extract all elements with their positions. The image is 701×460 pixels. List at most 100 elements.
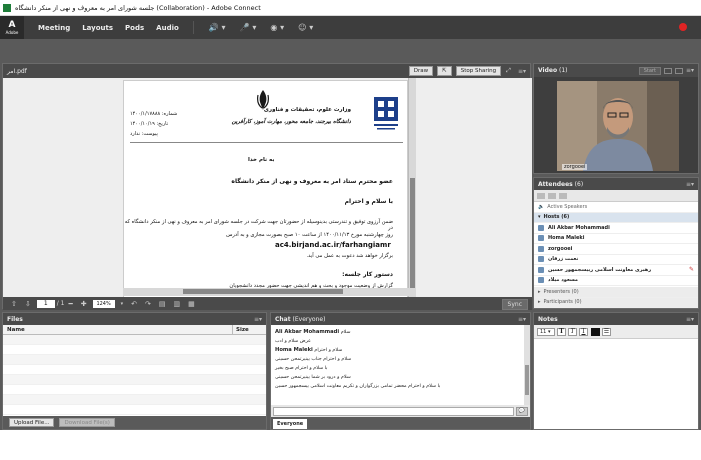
page-total: / 1 xyxy=(56,300,65,307)
previous-page-icon[interactable]: ⇧ xyxy=(11,300,17,308)
zoom-dropdown-icon[interactable]: ▾ xyxy=(121,301,124,307)
notes-title: Notes xyxy=(538,315,558,323)
chat-message-input[interactable] xyxy=(273,406,514,416)
chat-pod: Chat (Everyone) ≡▾ Ali Akbar Mohammadi س… xyxy=(270,312,531,430)
taskbar-area xyxy=(0,430,701,460)
files-table-header: Name Size xyxy=(3,324,266,335)
status-view-icon[interactable] xyxy=(548,192,556,199)
microphone-icon[interactable]: 🎤 ▾ xyxy=(240,23,257,32)
sync-button[interactable]: Sync xyxy=(501,299,528,310)
person-icon xyxy=(538,256,544,263)
start-webcam-button[interactable]: Start xyxy=(638,66,661,75)
draw-button[interactable]: Draw xyxy=(408,66,434,76)
participants-group-row[interactable]: ▸ Participants (0) xyxy=(534,297,698,308)
chat-scrollbar[interactable] xyxy=(524,325,530,405)
send-message-icon[interactable]: 💬 xyxy=(516,406,528,416)
pointer-tool-icon[interactable]: ⇱ xyxy=(437,66,452,76)
chat-message-list: Ali Akbar Mohammadi سلام عرض سلام و ادب … xyxy=(271,325,525,405)
salutation: با سلام و احترام xyxy=(344,198,393,205)
letter-body-line: برگزار خواهد شد دعوت به عمل می آید. xyxy=(306,253,393,259)
files-menu-icon[interactable]: ≡▾ xyxy=(254,316,262,323)
bold-icon[interactable]: T xyxy=(557,327,566,336)
notes-toolbar: 11 ▾ T T T ☰ xyxy=(534,325,698,339)
breakout-view-icon[interactable] xyxy=(559,192,567,199)
speaker-icon: 🔈 xyxy=(538,203,545,210)
name-column-header[interactable]: Name xyxy=(3,324,233,335)
tab-everyone[interactable]: Everyone xyxy=(273,419,308,429)
attendee-row[interactable]: رهبری معاونت اسلامی رییسجمهور حسین ✎ xyxy=(534,265,698,276)
page-number-input[interactable]: 1 xyxy=(36,299,55,308)
menu-meeting[interactable]: Meeting xyxy=(38,24,70,32)
raise-hand-icon[interactable]: ☺ ▾ xyxy=(298,23,313,32)
adobe-logo: A Adobe xyxy=(0,16,24,39)
share-pod: امر.pdf Draw ⇱ Stop Sharing ⤢ ≡▾ وزارت ع… xyxy=(2,63,532,310)
fit-page-icon[interactable]: ▥ xyxy=(173,300,180,308)
attendee-row[interactable]: Homa Maleki xyxy=(534,234,698,244)
hosts-group-row[interactable]: ▾ Hosts (6) xyxy=(534,212,698,223)
files-pod: Files ≡▾ Name Size Upload File... Downlo… xyxy=(2,312,267,430)
attendees-title: Attendees xyxy=(538,180,573,188)
menu-layouts[interactable]: Layouts xyxy=(82,24,113,32)
document-viewer[interactable]: وزارت علوم، تحقیقات و فناوری دانشگاه بیر… xyxy=(3,78,532,297)
video-menu-icon[interactable]: ≡▾ xyxy=(686,67,694,74)
collapse-icon[interactable]: ▾ xyxy=(538,214,541,220)
chat-menu-icon[interactable]: ≡▾ xyxy=(518,316,526,323)
pod-menu-icon[interactable]: ≡▾ xyxy=(518,68,526,75)
attendee-row[interactable]: zorgooei xyxy=(534,244,698,255)
text-color-icon[interactable] xyxy=(591,327,600,336)
zoom-select[interactable]: 124% xyxy=(92,299,115,308)
rotate-left-icon[interactable]: ↶ xyxy=(131,300,137,308)
document-vertical-scrollbar[interactable] xyxy=(408,78,416,297)
zoom-in-icon[interactable]: ✚ xyxy=(81,300,87,308)
download-files-button[interactable]: Download File(s) xyxy=(59,418,115,427)
university-logo-icon xyxy=(374,97,398,130)
chat-message: با سلام و احترام صبح بخیر xyxy=(275,366,328,371)
webcam-icon[interactable]: ◉ ▾ xyxy=(270,23,284,32)
underline-icon[interactable]: T xyxy=(579,327,588,336)
zoom-out-icon[interactable]: ━ xyxy=(69,300,73,308)
participant-video-image xyxy=(557,81,679,171)
video-pod: Video (1) Start ≡▾ zorgooei xyxy=(533,63,699,174)
document-page: وزارت علوم، تحقیقات و فناوری دانشگاه بیر… xyxy=(123,80,408,297)
menu-audio[interactable]: Audio xyxy=(156,24,179,32)
chat-input-row: 💬 xyxy=(271,405,530,417)
person-icon xyxy=(538,235,544,242)
attendees-count: (6) xyxy=(574,180,584,188)
files-title: Files xyxy=(7,315,23,323)
notes-menu-icon[interactable]: ≡▾ xyxy=(686,316,694,323)
recording-indicator-icon[interactable] xyxy=(679,23,687,31)
rotate-right-icon[interactable]: ↷ xyxy=(145,300,151,308)
attendees-toolbar xyxy=(534,190,698,202)
attendee-row[interactable]: نعمت زرقان xyxy=(534,255,698,265)
participant-video-feed[interactable] xyxy=(557,81,679,171)
expand-icon[interactable]: ▸ xyxy=(538,299,541,305)
italic-icon[interactable]: T xyxy=(568,327,577,336)
speaker-icon[interactable]: 🔊 ▾ xyxy=(209,23,226,32)
stop-sharing-button[interactable]: Stop Sharing xyxy=(455,66,502,76)
fit-width-icon[interactable]: ▤ xyxy=(159,300,166,308)
presenters-group-row[interactable]: ▸ Presenters (0) xyxy=(534,287,698,298)
layout-grid-icon[interactable] xyxy=(663,67,672,74)
attendees-menu-icon[interactable]: ≡▾ xyxy=(686,181,694,188)
document-horizontal-scrollbar[interactable] xyxy=(123,288,416,296)
attendee-row[interactable]: مسعود میلاد xyxy=(534,276,698,286)
thumbnail-icon[interactable]: ▦ xyxy=(188,300,195,308)
files-list xyxy=(3,335,266,415)
menu-pods[interactable]: Pods xyxy=(125,24,144,32)
layout-filmstrip-icon[interactable] xyxy=(674,67,683,74)
font-size-select[interactable]: 11 ▾ xyxy=(537,327,555,336)
next-page-icon[interactable]: ⇩ xyxy=(25,300,31,308)
attendee-row[interactable]: Ali Akbar Mohammadi xyxy=(534,223,698,234)
list-view-icon[interactable] xyxy=(537,192,545,199)
chat-message: Homa Maleki سلام و احترام xyxy=(275,347,343,353)
expand-icon[interactable]: ▸ xyxy=(538,289,541,295)
notes-text-area[interactable] xyxy=(534,339,698,429)
person-icon xyxy=(538,245,544,252)
bulleted-list-icon[interactable]: ☰ xyxy=(602,327,611,336)
bismillah: به نام خدا xyxy=(248,157,275,163)
fullscreen-icon[interactable]: ⤢ xyxy=(506,67,511,75)
size-column-header[interactable]: Size xyxy=(233,327,266,333)
upload-file-button[interactable]: Upload File... xyxy=(9,418,55,427)
notes-pod-header: Notes ≡▾ xyxy=(534,313,698,325)
chat-scope: (Everyone) xyxy=(292,315,326,323)
